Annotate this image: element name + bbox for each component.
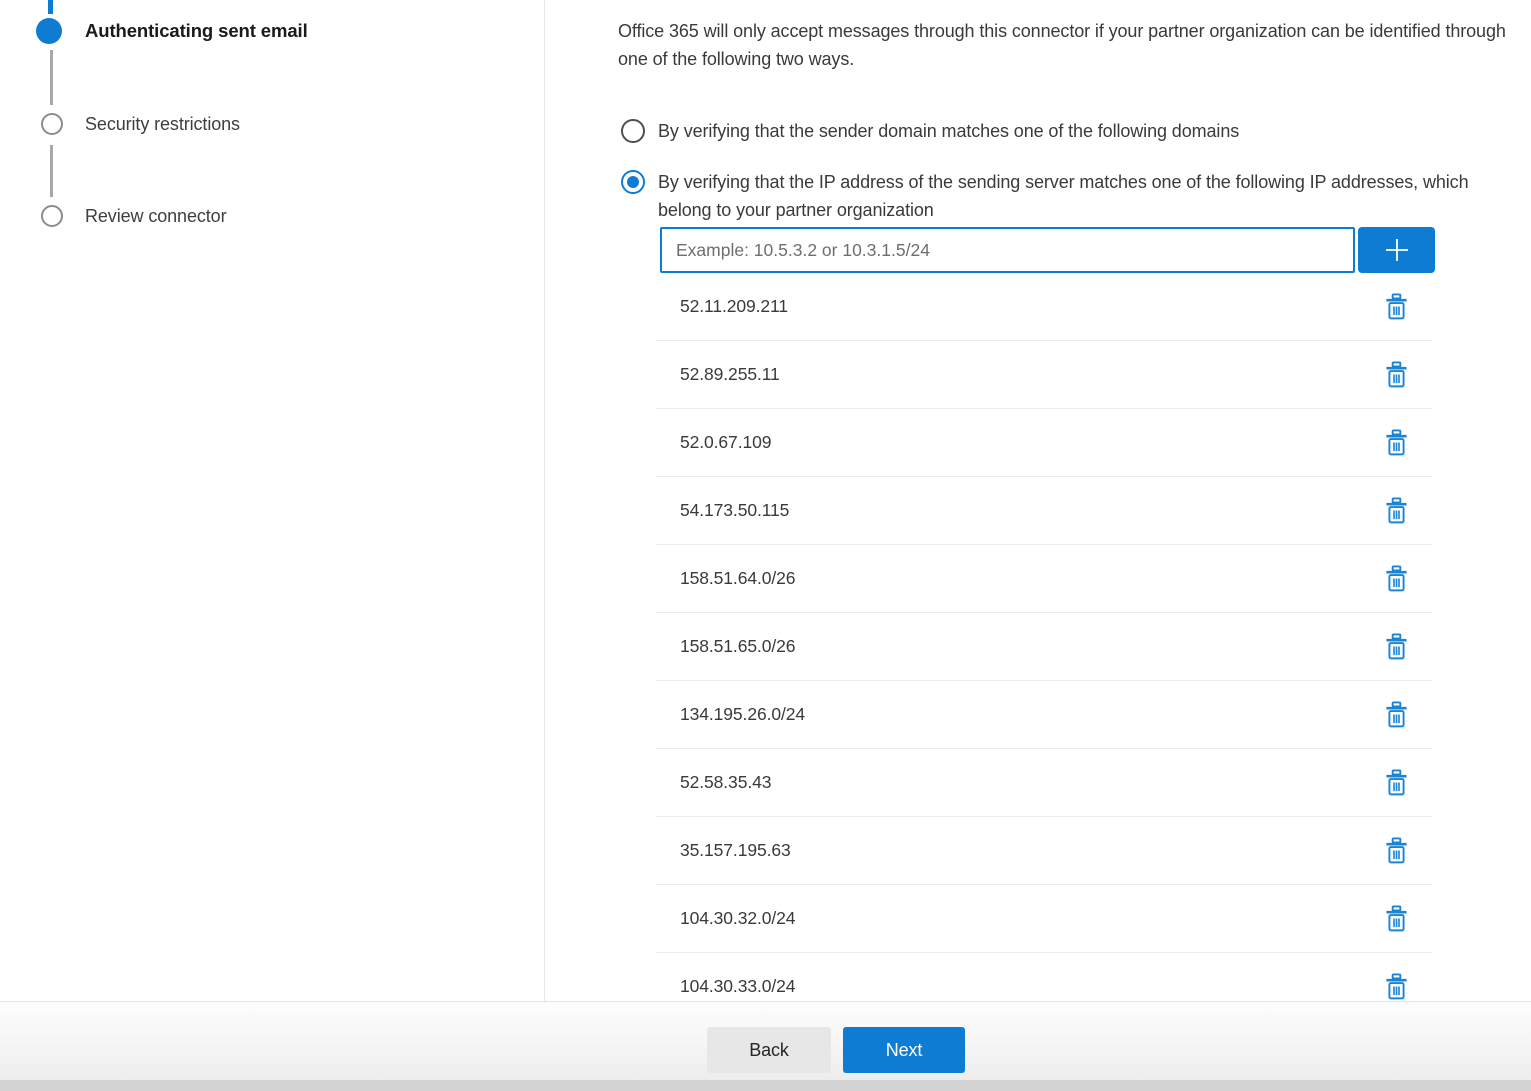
step-indicator-dot — [41, 113, 63, 135]
trash-icon — [1385, 905, 1408, 932]
ip-address-list: 52.11.209.211 52.89.255.11 52. — [656, 273, 1432, 1001]
stepper-step-list: Authenticating sent email Security restr… — [0, 0, 544, 1001]
ip-address-value: 52.89.255.11 — [680, 364, 1383, 385]
trash-icon — [1385, 701, 1408, 728]
add-ip-button[interactable] — [1358, 227, 1435, 273]
ip-list-item: 52.11.209.211 — [656, 273, 1432, 341]
wizard-stepper-sidebar: Authenticating sent email Security restr… — [0, 0, 545, 1001]
step-indicator-dot — [41, 205, 63, 227]
wizard-step-content: Office 365 will only accept messages thr… — [546, 0, 1531, 1001]
plus-icon — [1381, 234, 1413, 266]
step-label: Authenticating sent email — [85, 20, 308, 42]
ip-address-value: 52.58.35.43 — [680, 772, 1383, 793]
trash-icon — [1385, 429, 1408, 456]
delete-ip-button[interactable] — [1383, 631, 1410, 662]
ip-address-value: 52.0.67.109 — [680, 432, 1383, 453]
ip-address-value: 54.173.50.115 — [680, 500, 1383, 521]
ip-address-value: 134.195.26.0/24 — [680, 704, 1383, 725]
ip-list-item: 52.58.35.43 — [656, 749, 1432, 817]
trash-icon — [1385, 973, 1408, 1000]
step-label: Review connector — [85, 206, 226, 227]
delete-ip-button[interactable] — [1383, 903, 1410, 934]
stepper-step: Review connector — [0, 205, 226, 227]
ip-list-item: 52.0.67.109 — [656, 409, 1432, 477]
ip-list-item: 158.51.65.0/26 — [656, 613, 1432, 681]
delete-ip-button[interactable] — [1383, 427, 1410, 458]
verification-options-group: By verifying that the sender domain matc… — [621, 117, 1531, 224]
delete-ip-button[interactable] — [1383, 767, 1410, 798]
ip-list-item: 104.30.32.0/24 — [656, 885, 1432, 953]
ip-address-value: 104.30.32.0/24 — [680, 908, 1383, 929]
ip-list-item: 54.173.50.115 — [656, 477, 1432, 545]
radio-option[interactable]: By verifying that the IP address of the … — [621, 168, 1531, 224]
step-indicator-dot — [36, 18, 62, 44]
footer-buttons: Back Next — [707, 1027, 965, 1073]
radio-button-icon[interactable] — [621, 119, 645, 143]
radio-button-icon[interactable] — [621, 170, 645, 194]
delete-ip-button[interactable] — [1383, 699, 1410, 730]
ip-address-value: 158.51.64.0/26 — [680, 568, 1383, 589]
radio-option-label[interactable]: By verifying that the IP address of the … — [658, 168, 1473, 224]
trash-icon — [1385, 837, 1408, 864]
step-description: Office 365 will only accept messages thr… — [618, 17, 1518, 73]
trash-icon — [1385, 293, 1408, 320]
delete-ip-button[interactable] — [1383, 563, 1410, 594]
trash-icon — [1385, 769, 1408, 796]
delete-ip-button[interactable] — [1383, 835, 1410, 866]
wizard-footer: Back Next — [0, 1001, 1531, 1091]
delete-ip-button[interactable] — [1383, 495, 1410, 526]
trash-icon — [1385, 497, 1408, 524]
ip-address-value: 158.51.65.0/26 — [680, 636, 1383, 657]
next-button[interactable]: Next — [843, 1027, 965, 1073]
ip-address-value: 35.157.195.63 — [680, 840, 1383, 861]
ip-list-item: 158.51.64.0/26 — [656, 545, 1432, 613]
ip-address-value: 104.30.33.0/24 — [680, 976, 1383, 997]
delete-ip-button[interactable] — [1383, 291, 1410, 322]
trash-icon — [1385, 565, 1408, 592]
radio-option[interactable]: By verifying that the sender domain matc… — [621, 117, 1531, 145]
stepper-step: Security restrictions — [0, 113, 240, 135]
window-bottom-edge — [0, 1080, 1531, 1091]
ip-list-item: 35.157.195.63 — [656, 817, 1432, 885]
connector-wizard-page: Authenticating sent email Security restr… — [0, 0, 1531, 1091]
ip-list-item: 134.195.26.0/24 — [656, 681, 1432, 749]
step-label: Security restrictions — [85, 114, 240, 135]
back-button[interactable]: Back — [707, 1027, 831, 1073]
ip-input-row — [660, 227, 1531, 273]
trash-icon — [1385, 361, 1408, 388]
delete-ip-button[interactable] — [1383, 359, 1410, 390]
ip-list-item: 52.89.255.11 — [656, 341, 1432, 409]
ip-address-input[interactable] — [660, 227, 1355, 273]
trash-icon — [1385, 633, 1408, 660]
ip-address-value: 52.11.209.211 — [680, 296, 1383, 317]
ip-list-item: 104.30.33.0/24 — [656, 953, 1432, 1001]
delete-ip-button[interactable] — [1383, 971, 1410, 1001]
radio-option-label[interactable]: By verifying that the sender domain matc… — [658, 117, 1239, 145]
stepper-step: Authenticating sent email — [0, 18, 308, 44]
